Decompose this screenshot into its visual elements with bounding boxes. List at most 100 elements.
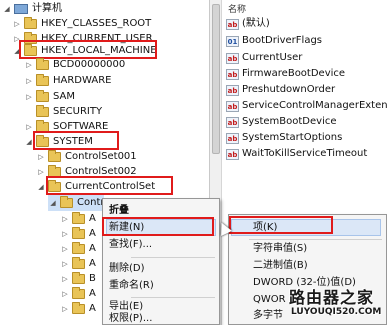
- value-name: SystemStartOptions: [242, 132, 343, 143]
- tree-item-hardware[interactable]: ▷ HARDWARE: [24, 73, 111, 89]
- value-name: SystemBootDevice: [242, 116, 337, 127]
- folder-icon: [36, 74, 49, 86]
- string-value-icon: ab: [226, 52, 239, 64]
- site-watermark: 路由器之家 LUYOUQI520.COM: [283, 276, 387, 325]
- computer-icon: [14, 4, 28, 14]
- menu-item-find[interactable]: 查找(F)...: [109, 236, 152, 254]
- tree-item-child[interactable]: ▷ A: [60, 226, 96, 242]
- folder-icon: [36, 58, 49, 70]
- collapse-icon[interactable]: ◢: [48, 195, 58, 211]
- tree-label: A: [89, 213, 96, 224]
- highlight-box-system: [33, 131, 119, 150]
- value-name: BootDriverFlags: [242, 35, 323, 46]
- collapse-icon[interactable]: ◢: [2, 1, 12, 17]
- folder-icon: [72, 227, 85, 239]
- value-row[interactable]: ab PreshutdownOrder: [226, 82, 335, 98]
- value-name: ServiceControlManagerExtension: [242, 100, 387, 111]
- tree-item-child[interactable]: ▷ B: [60, 271, 96, 287]
- string-value-icon: ab: [226, 148, 239, 160]
- tree-label: BCD00000000: [53, 59, 126, 70]
- folder-icon: [72, 302, 85, 314]
- collapse-icon[interactable]: ◢: [36, 179, 46, 195]
- folder-icon: [72, 212, 85, 224]
- tree-label: A: [89, 243, 96, 254]
- value-row[interactable]: ab WaitToKillServiceTimeout: [226, 146, 367, 162]
- string-value-icon: ab: [226, 68, 239, 80]
- expand-icon[interactable]: ▷: [60, 271, 70, 287]
- tree-item-controlset001[interactable]: ▷ ControlSet001: [36, 149, 137, 165]
- folder-icon: [72, 257, 85, 269]
- value-row[interactable]: ab CurrentUser: [226, 50, 302, 66]
- folder-icon: [36, 105, 49, 117]
- expand-icon[interactable]: ▷: [60, 256, 70, 272]
- tree-label: ControlSet001: [65, 151, 137, 162]
- value-name: CurrentUser: [242, 52, 303, 63]
- highlight-box-currentcontrolset: [46, 176, 173, 195]
- value-row[interactable]: ab SystemBootDevice: [226, 114, 337, 130]
- value-row[interactable]: ab (默认): [226, 16, 270, 32]
- tree-item-sam[interactable]: ▷ SAM: [24, 89, 75, 105]
- string-value-icon: ab: [226, 116, 239, 128]
- expand-icon[interactable]: ▷: [60, 241, 70, 257]
- expand-icon[interactable]: ▷: [24, 89, 34, 105]
- expand-icon[interactable]: ▷: [12, 16, 22, 32]
- tree-label: A: [89, 303, 96, 314]
- folder-icon: [60, 196, 73, 208]
- tree-label: SAM: [53, 91, 76, 102]
- scrollbar-thumb[interactable]: [212, 4, 220, 154]
- tree-label: B: [89, 273, 96, 284]
- tree-item-control[interactable]: ◢ Contr: [48, 195, 105, 211]
- expand-icon[interactable]: ▷: [60, 226, 70, 242]
- tree-label: Contr: [77, 197, 105, 208]
- tree-label: A: [89, 288, 96, 299]
- tree-item-child[interactable]: ▷ A: [60, 301, 96, 317]
- tree-item-child[interactable]: ▷ A: [60, 256, 96, 272]
- string-value-icon: ab: [226, 132, 239, 144]
- tree-item-computer[interactable]: ◢ 计算机: [2, 1, 62, 17]
- folder-icon: [72, 287, 85, 299]
- tree-label: A: [89, 228, 96, 239]
- tree-label: SECURITY: [53, 106, 103, 117]
- menu-item-delete[interactable]: 删除(D): [109, 260, 145, 278]
- submenu-item-string-value[interactable]: 字符串值(S): [253, 240, 307, 258]
- value-row[interactable]: ab FirmwareBootDevice: [226, 66, 345, 82]
- tree-item-child[interactable]: ▷ A: [60, 286, 96, 302]
- tree-item-security[interactable]: SECURITY: [24, 104, 102, 120]
- column-header-name[interactable]: 名称: [228, 2, 246, 15]
- tree-item-child[interactable]: ▷ A: [60, 211, 96, 227]
- submenu-item-multi-string[interactable]: 多字节: [253, 307, 283, 325]
- folder-icon: [72, 242, 85, 254]
- folder-icon: [72, 272, 85, 284]
- value-row[interactable]: 01 BootDriverFlags: [226, 33, 322, 49]
- expand-icon[interactable]: ▷: [60, 211, 70, 227]
- tree-label: HARDWARE: [53, 75, 112, 86]
- expand-icon[interactable]: ▷: [36, 164, 46, 180]
- value-row[interactable]: ab SystemStartOptions: [226, 130, 342, 146]
- value-name: PreshutdownOrder: [242, 84, 336, 95]
- string-value-icon: ab: [226, 100, 239, 112]
- tree-item-hkcr[interactable]: ▷ HKEY_CLASSES_ROOT: [12, 16, 151, 32]
- highlight-box-new: [102, 217, 214, 236]
- value-name: WaitToKillServiceTimeout: [242, 148, 368, 159]
- watermark-logo: 路由器之家: [289, 288, 375, 307]
- value-name: (默认): [242, 18, 270, 29]
- value-row[interactable]: ab ServiceControlManagerExtension: [226, 98, 387, 114]
- expand-icon[interactable]: ▷: [24, 57, 34, 73]
- highlight-box-key: [229, 216, 333, 234]
- menu-separator: [131, 297, 215, 298]
- expand-icon[interactable]: ▷: [60, 286, 70, 302]
- menu-item-permissions[interactable]: 权限(P)...: [109, 310, 152, 325]
- expand-icon[interactable]: ▷: [24, 73, 34, 89]
- string-value-icon: ab: [226, 18, 239, 30]
- tree-item-child[interactable]: ▷ A: [60, 241, 96, 257]
- submenu-item-binary-value[interactable]: 二进制值(B): [253, 257, 308, 275]
- tree-item-bcd[interactable]: ▷ BCD00000000: [24, 57, 125, 73]
- expand-icon[interactable]: ▷: [60, 301, 70, 317]
- tree-label: A: [89, 258, 96, 269]
- menu-separator: [131, 257, 215, 258]
- expand-icon[interactable]: ▷: [36, 149, 46, 165]
- value-name: FirmwareBootDevice: [242, 68, 346, 79]
- menu-item-rename[interactable]: 重命名(R): [109, 277, 154, 295]
- folder-icon: [24, 17, 37, 29]
- folder-icon: [48, 150, 61, 162]
